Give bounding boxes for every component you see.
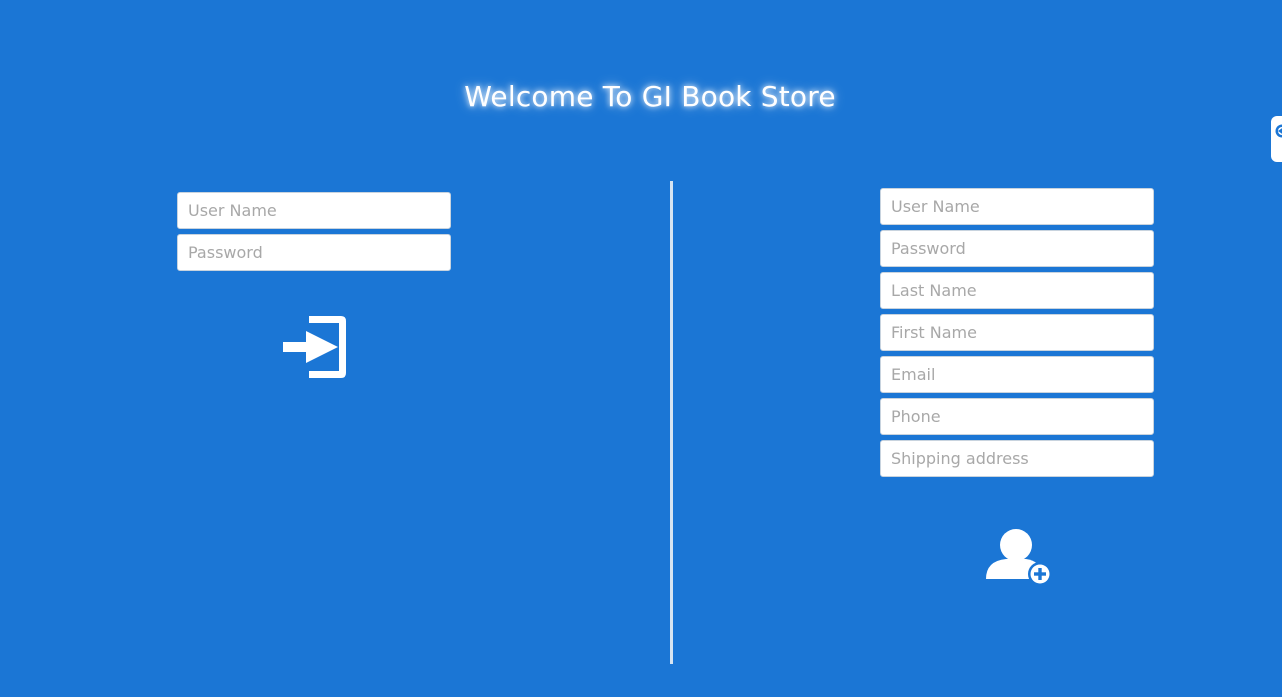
signup-username-input[interactable] — [880, 188, 1154, 225]
login-password-input[interactable] — [177, 234, 451, 271]
login-username-input[interactable] — [177, 192, 451, 229]
signup-shipping-address-input[interactable] — [880, 440, 1154, 477]
add-user-icon — [986, 529, 1052, 586]
extension-tab-icon — [1275, 124, 1282, 138]
signup-password-input[interactable] — [880, 230, 1154, 267]
page-title: Welcome To GI Book Store — [464, 80, 836, 113]
signup-first-name-input[interactable] — [880, 314, 1154, 351]
page: Welcome To GI Book Store — [0, 0, 1282, 697]
signup-last-name-input[interactable] — [880, 272, 1154, 309]
signup-button[interactable] — [984, 527, 1052, 587]
signup-phone-input[interactable] — [880, 398, 1154, 435]
sign-in-icon — [283, 316, 346, 378]
login-button[interactable] — [282, 313, 350, 381]
column-divider — [670, 181, 673, 664]
signup-email-input[interactable] — [880, 356, 1154, 393]
side-extension-tab[interactable] — [1271, 116, 1282, 162]
